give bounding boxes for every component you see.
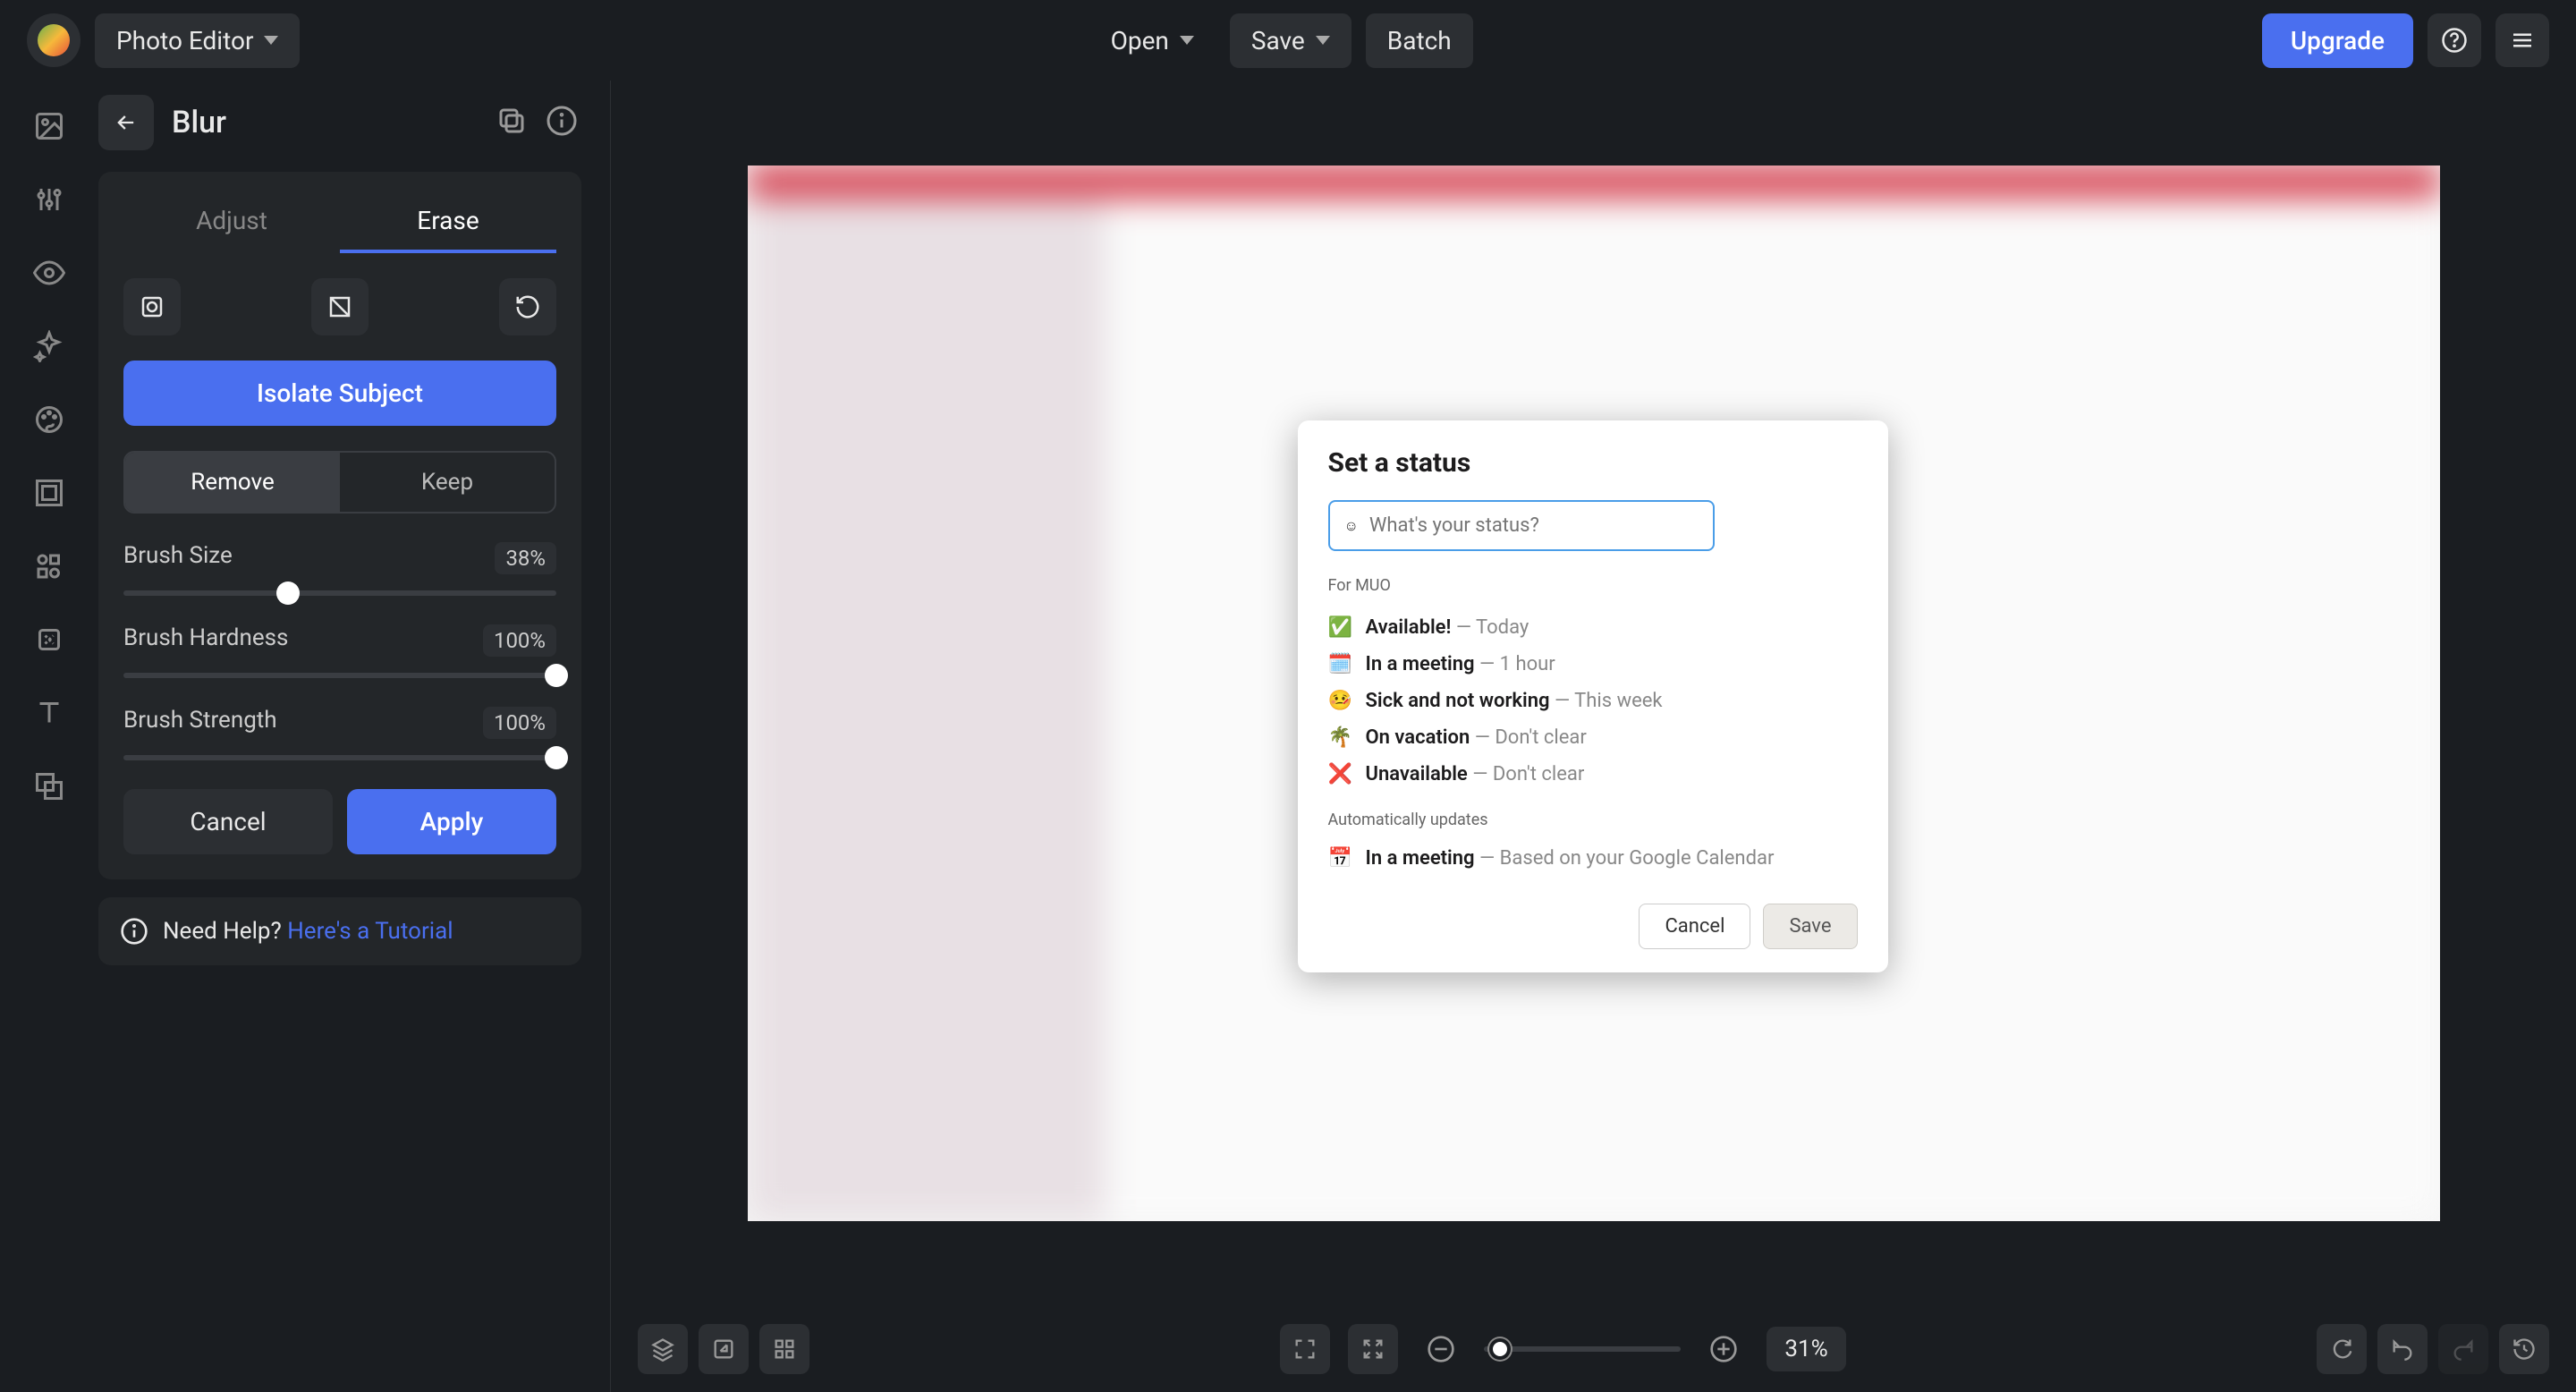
brush-hardness-label: Brush Hardness xyxy=(123,624,288,657)
canvas-wrap: Set a status ☺ For MUO ✅Available! — Tod… xyxy=(610,81,2576,1392)
blur-erase-card: Adjust Erase Isolate Subject Remove Keep… xyxy=(98,172,581,879)
brush-size-slider[interactable] xyxy=(123,590,556,596)
help-link[interactable]: Here's a Tutorial xyxy=(287,918,453,945)
history-icon[interactable] xyxy=(2499,1324,2549,1374)
actual-size-icon[interactable] xyxy=(1348,1324,1398,1374)
upgrade-button[interactable]: Upgrade xyxy=(2262,13,2413,68)
modal-save-button[interactable]: Save xyxy=(1763,904,1857,949)
bottom-bar: 31% xyxy=(611,1306,2576,1392)
zoom-out-icon[interactable] xyxy=(1416,1324,1466,1374)
chevron-down-icon xyxy=(1180,36,1194,45)
compare-icon[interactable] xyxy=(123,278,181,335)
chevron-down-icon xyxy=(264,36,278,45)
auto-updates-label: Automatically updates xyxy=(1328,811,1858,829)
status-input[interactable] xyxy=(1369,514,1699,537)
fit-screen-icon[interactable] xyxy=(1280,1324,1330,1374)
canvas-area[interactable]: Set a status ☺ For MUO ✅Available! — Tod… xyxy=(611,81,2576,1306)
chevron-down-icon xyxy=(1316,36,1330,45)
keep-mode-button[interactable]: Keep xyxy=(340,453,555,512)
adjust-tool-icon[interactable] xyxy=(30,181,68,218)
remove-mode-button[interactable]: Remove xyxy=(125,453,340,512)
status-option[interactable]: 🗓️In a meeting — 1 hour xyxy=(1328,646,1858,683)
modal-cancel-button[interactable]: Cancel xyxy=(1639,904,1750,949)
image-tool-icon[interactable] xyxy=(30,107,68,145)
app-logo[interactable] xyxy=(27,13,80,67)
help-info-icon xyxy=(120,917,148,946)
app-mode-label: Photo Editor xyxy=(116,26,253,55)
modal-title: Set a status xyxy=(1328,447,1858,479)
isolate-subject-button[interactable]: Isolate Subject xyxy=(123,361,556,426)
reset-icon[interactable] xyxy=(499,278,556,335)
grid-icon[interactable] xyxy=(759,1324,809,1374)
help-row: Need Help? Here's a Tutorial xyxy=(98,897,581,965)
emoji-picker-icon[interactable]: ☺ xyxy=(1344,517,1359,535)
brush-strength-value[interactable]: 100% xyxy=(483,707,556,739)
shapes-tool-icon[interactable] xyxy=(30,547,68,585)
status-option[interactable]: ✅Available! — Today xyxy=(1328,609,1858,646)
export-icon[interactable] xyxy=(699,1324,749,1374)
zoom-value[interactable]: 31% xyxy=(1767,1327,1845,1371)
info-icon[interactable] xyxy=(546,105,581,140)
brush-hardness-value[interactable]: 100% xyxy=(483,624,556,657)
save-button[interactable]: Save xyxy=(1230,13,1352,68)
open-button[interactable]: Open xyxy=(1089,13,1216,68)
panel-cancel-button[interactable]: Cancel xyxy=(123,789,333,854)
for-label: For MUO xyxy=(1328,576,1858,595)
panel-title: Blur xyxy=(172,105,478,140)
status-modal: Set a status ☺ For MUO ✅Available! — Tod… xyxy=(1298,420,1888,972)
redo-icon[interactable] xyxy=(2438,1324,2488,1374)
status-input-wrap[interactable]: ☺ xyxy=(1328,500,1715,551)
side-panel: Blur Adjust Erase Isolate Subject Remove… xyxy=(98,81,610,1392)
panel-apply-button[interactable]: Apply xyxy=(347,789,556,854)
status-option[interactable]: ❌Unavailable — Don't clear xyxy=(1328,756,1858,793)
tool-rail xyxy=(0,81,98,1392)
layer-tool-icon[interactable] xyxy=(30,621,68,658)
batch-button[interactable]: Batch xyxy=(1366,13,1473,68)
mask-tool-icon[interactable] xyxy=(30,768,68,805)
layers-icon[interactable] xyxy=(638,1324,688,1374)
back-button[interactable] xyxy=(98,95,154,150)
tab-erase[interactable]: Erase xyxy=(340,197,556,253)
invert-icon[interactable] xyxy=(311,278,369,335)
edited-image[interactable]: Set a status ☺ For MUO ✅Available! — Tod… xyxy=(748,166,2440,1221)
tab-adjust[interactable]: Adjust xyxy=(123,197,340,253)
help-icon[interactable] xyxy=(2428,13,2481,67)
auto-status-option[interactable]: 📅In a meeting — Based on your Google Cal… xyxy=(1328,840,1858,877)
zoom-slider[interactable] xyxy=(1484,1346,1681,1352)
effects-tool-icon[interactable] xyxy=(30,327,68,365)
top-bar: Photo Editor Open Save Batch Upgrade xyxy=(0,0,2576,81)
brush-size-value[interactable]: 38% xyxy=(495,542,556,574)
brush-strength-label: Brush Strength xyxy=(123,707,277,739)
sync-icon[interactable] xyxy=(2317,1324,2367,1374)
status-option[interactable]: 🌴On vacation — Don't clear xyxy=(1328,719,1858,756)
zoom-in-icon[interactable] xyxy=(1699,1324,1749,1374)
copy-icon[interactable] xyxy=(496,105,531,140)
menu-icon[interactable] xyxy=(2496,13,2549,67)
brush-hardness-slider[interactable] xyxy=(123,673,556,678)
status-option[interactable]: 🤒Sick and not working — This week xyxy=(1328,683,1858,719)
eye-tool-icon[interactable] xyxy=(30,254,68,292)
undo-icon[interactable] xyxy=(2377,1324,2428,1374)
app-mode-dropdown[interactable]: Photo Editor xyxy=(95,13,300,68)
status-list: ✅Available! — Today 🗓️In a meeting — 1 h… xyxy=(1328,609,1858,793)
art-tool-icon[interactable] xyxy=(30,401,68,438)
frame-tool-icon[interactable] xyxy=(30,474,68,512)
help-text: Need Help? xyxy=(163,918,287,945)
brush-strength-slider[interactable] xyxy=(123,755,556,760)
text-tool-icon[interactable] xyxy=(30,694,68,732)
brush-size-label: Brush Size xyxy=(123,542,233,574)
